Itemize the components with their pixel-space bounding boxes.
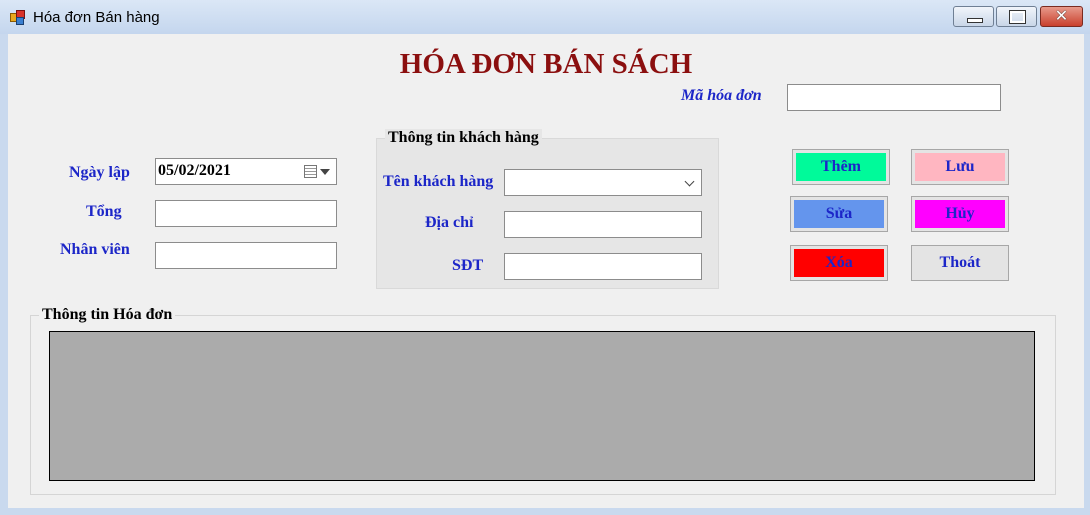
- staff-field[interactable]: [155, 242, 337, 269]
- dropdown-arrow-icon[interactable]: [320, 169, 330, 175]
- form-client-area: HÓA ĐƠN BÁN SÁCH Mã hóa đơn Ngày lập 05/…: [8, 34, 1084, 508]
- staff-label: Nhân viên: [60, 241, 130, 258]
- date-label: Ngày lập: [69, 164, 130, 181]
- date-picker[interactable]: 05/02/2021: [155, 158, 337, 185]
- app-icon: [10, 10, 25, 25]
- total-field[interactable]: [155, 200, 337, 227]
- phone-field[interactable]: [504, 253, 702, 280]
- save-button-label: Lưu: [915, 153, 1005, 181]
- phone-label: SĐT: [452, 257, 484, 274]
- exit-button[interactable]: Thoát: [911, 245, 1009, 281]
- customer-name-combobox[interactable]: [504, 169, 702, 196]
- invoice-id-label: Mã hóa đơn: [681, 87, 762, 104]
- minimize-button[interactable]: [953, 6, 994, 27]
- calendar-icon[interactable]: [304, 165, 317, 178]
- customer-name-label: Tên khách hàng: [383, 173, 494, 190]
- edit-button[interactable]: Sửa: [790, 196, 888, 232]
- title-bar[interactable]: Hóa đơn Bán hàng ✕: [0, 0, 1090, 34]
- save-button[interactable]: Lưu: [911, 149, 1009, 185]
- date-value: 05/02/2021: [158, 162, 231, 179]
- total-label: Tổng: [86, 203, 122, 220]
- cancel-button[interactable]: Hủy: [911, 196, 1009, 232]
- window-title: Hóa đơn Bán hàng: [33, 9, 160, 26]
- close-icon: ✕: [1054, 6, 1069, 25]
- cancel-button-label: Hủy: [915, 200, 1005, 228]
- customer-info-title: Thông tin khách hàng: [385, 129, 542, 147]
- maximize-button[interactable]: [996, 6, 1037, 27]
- chevron-down-icon[interactable]: [684, 176, 695, 187]
- maximize-icon: [1009, 10, 1026, 24]
- delete-button[interactable]: Xóa: [790, 245, 888, 281]
- close-button[interactable]: ✕: [1040, 6, 1083, 27]
- address-label: Địa chỉ: [425, 214, 474, 231]
- minimize-icon: [967, 18, 983, 23]
- delete-button-label: Xóa: [794, 249, 884, 277]
- edit-button-label: Sửa: [794, 200, 884, 228]
- page-title: HÓA ĐƠN BÁN SÁCH: [399, 48, 693, 80]
- invoice-data-grid[interactable]: [49, 331, 1035, 481]
- exit-button-label: Thoát: [915, 249, 1005, 277]
- add-button-label: Thêm: [796, 153, 886, 181]
- add-button[interactable]: Thêm: [792, 149, 890, 185]
- invoice-info-title: Thông tin Hóa đơn: [39, 306, 176, 324]
- invoice-id-field[interactable]: [787, 84, 1001, 111]
- address-field[interactable]: [504, 211, 702, 238]
